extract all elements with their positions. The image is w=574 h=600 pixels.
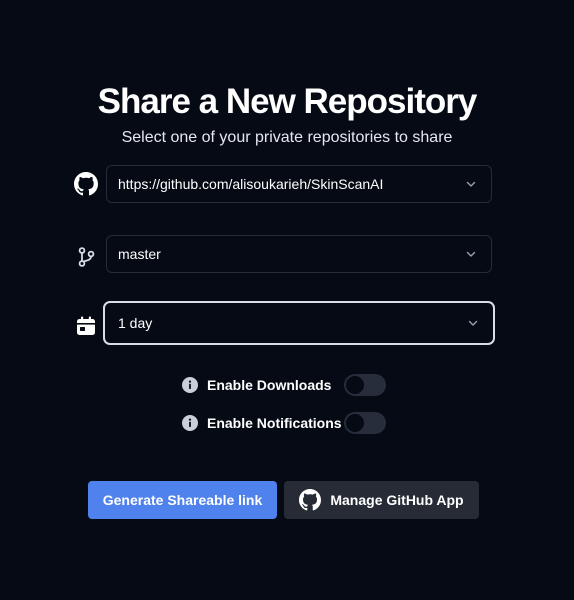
expiration-select[interactable]: 1 day bbox=[103, 301, 495, 345]
git-branch-icon bbox=[74, 245, 98, 269]
chevron-down-icon bbox=[467, 317, 479, 329]
page-title: Share a New Repository bbox=[97, 82, 478, 121]
enable-downloads-label: Enable Downloads bbox=[207, 377, 332, 393]
expiration-select-value: 1 day bbox=[118, 315, 153, 331]
page-subtitle: Select one of your private repositories … bbox=[121, 129, 453, 146]
enable-notifications-label: Enable Notifications bbox=[207, 415, 342, 431]
generate-shareable-link-button[interactable]: Generate Shareable link bbox=[88, 481, 277, 519]
branch-select[interactable]: master bbox=[106, 235, 492, 273]
info-icon[interactable] bbox=[182, 377, 198, 393]
share-repository-page: Share a New Repository Select one of you… bbox=[0, 0, 574, 600]
info-icon[interactable] bbox=[182, 415, 198, 431]
repository-select-value: https://github.com/alisoukarieh/SkinScan… bbox=[118, 176, 384, 192]
toggle-knob bbox=[346, 414, 364, 432]
manage-github-app-button[interactable]: Manage GitHub App bbox=[284, 481, 479, 519]
repository-select[interactable]: https://github.com/alisoukarieh/SkinScan… bbox=[106, 165, 492, 203]
enable-downloads-toggle[interactable] bbox=[344, 374, 386, 396]
calendar-icon bbox=[74, 314, 98, 338]
chevron-down-icon bbox=[465, 178, 477, 190]
enable-notifications-row: Enable Notifications bbox=[182, 412, 386, 434]
generate-button-label: Generate Shareable link bbox=[102, 492, 263, 508]
toggle-knob bbox=[346, 376, 364, 394]
github-icon bbox=[299, 489, 322, 511]
branch-select-value: master bbox=[118, 246, 161, 262]
enable-notifications-toggle[interactable] bbox=[344, 412, 386, 434]
manage-button-label: Manage GitHub App bbox=[330, 492, 464, 508]
enable-downloads-row: Enable Downloads bbox=[182, 374, 386, 396]
chevron-down-icon bbox=[465, 248, 477, 260]
github-icon bbox=[74, 172, 98, 196]
